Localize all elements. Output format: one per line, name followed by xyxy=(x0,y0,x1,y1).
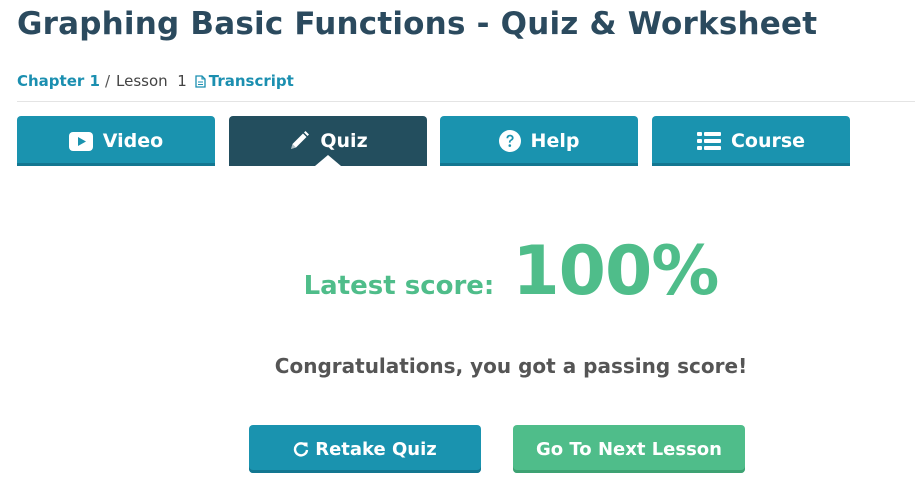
tab-help-label: Help xyxy=(530,130,580,152)
tab-quiz-label: Quiz xyxy=(320,130,368,152)
breadcrumb-separator: / xyxy=(104,72,111,90)
retake-quiz-button[interactable]: Retake Quiz xyxy=(249,425,481,473)
tab-video-label: Video xyxy=(102,130,164,152)
breadcrumb-lesson: Lesson 1 xyxy=(116,72,187,90)
score-label: Latest score: xyxy=(303,271,495,301)
list-icon xyxy=(696,131,721,151)
retake-quiz-label: Retake Quiz xyxy=(315,438,437,460)
question-circle-icon xyxy=(498,130,521,152)
tab-course-label: Course xyxy=(730,130,806,152)
breadcrumb: Chapter 1 / Lesson 1 Transcript xyxy=(17,72,294,90)
play-icon xyxy=(68,131,93,151)
tab-video[interactable]: Video xyxy=(17,116,215,166)
transcript-link[interactable]: Transcript xyxy=(195,72,294,90)
refresh-icon xyxy=(293,441,309,457)
tab-quiz[interactable]: Quiz xyxy=(229,116,427,166)
page-title: Graphing Basic Functions - Quiz & Worksh… xyxy=(17,6,818,42)
latest-score: Latest score: 100% xyxy=(0,232,915,311)
next-lesson-label: Go To Next Lesson xyxy=(536,438,722,460)
transcript-label: Transcript xyxy=(208,72,294,90)
breadcrumb-chapter-link[interactable]: Chapter 1 xyxy=(17,72,100,90)
tab-course[interactable]: Course xyxy=(652,116,850,166)
congratulations-message: Congratulations, you got a passing score… xyxy=(274,354,748,378)
header-divider xyxy=(17,101,915,102)
next-lesson-button[interactable]: Go To Next Lesson xyxy=(513,425,745,473)
score-value: 100% xyxy=(512,232,719,311)
tab-help[interactable]: Help xyxy=(440,116,638,166)
pencil-icon xyxy=(288,130,310,152)
document-icon xyxy=(195,74,206,88)
